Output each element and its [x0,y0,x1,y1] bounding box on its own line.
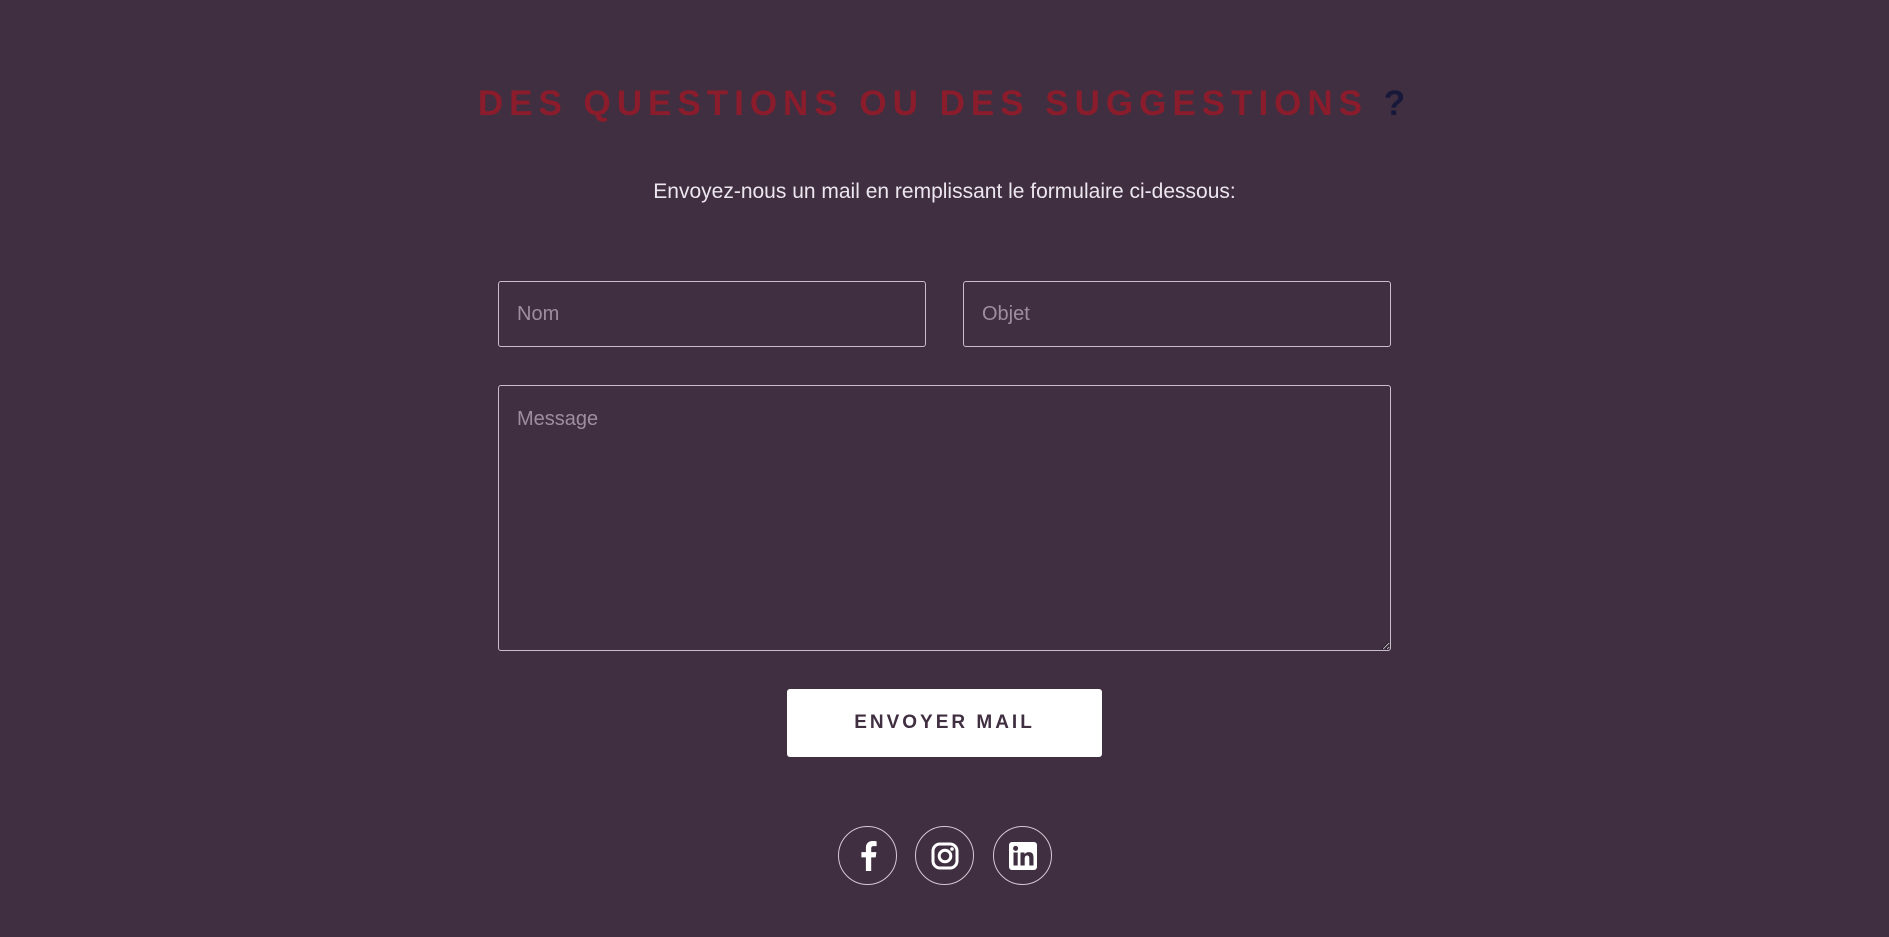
contact-heading-text: DES QUESTIONS OU DES SUGGESTIONS [477,84,1369,123]
message-field[interactable] [498,385,1391,651]
facebook-link[interactable] [838,826,897,885]
contact-section: DES QUESTIONS OU DES SUGGESTIONS ? Envoy… [0,0,1889,937]
linkedin-link[interactable] [993,826,1052,885]
send-mail-button[interactable]: ENVOYER MAIL [787,689,1102,757]
linkedin-icon [1008,841,1037,870]
contact-subtitle: Envoyez-nous un mail en remplissant le f… [653,180,1236,203]
facebook-icon [857,840,879,871]
social-links [0,826,1889,885]
contact-heading: DES QUESTIONS OU DES SUGGESTIONS ? [0,82,1889,126]
name-field[interactable] [498,281,926,347]
contact-heading-question-mark: ? [1383,84,1412,123]
instagram-icon [931,842,959,870]
subject-field[interactable] [963,281,1391,347]
instagram-link[interactable] [915,826,974,885]
